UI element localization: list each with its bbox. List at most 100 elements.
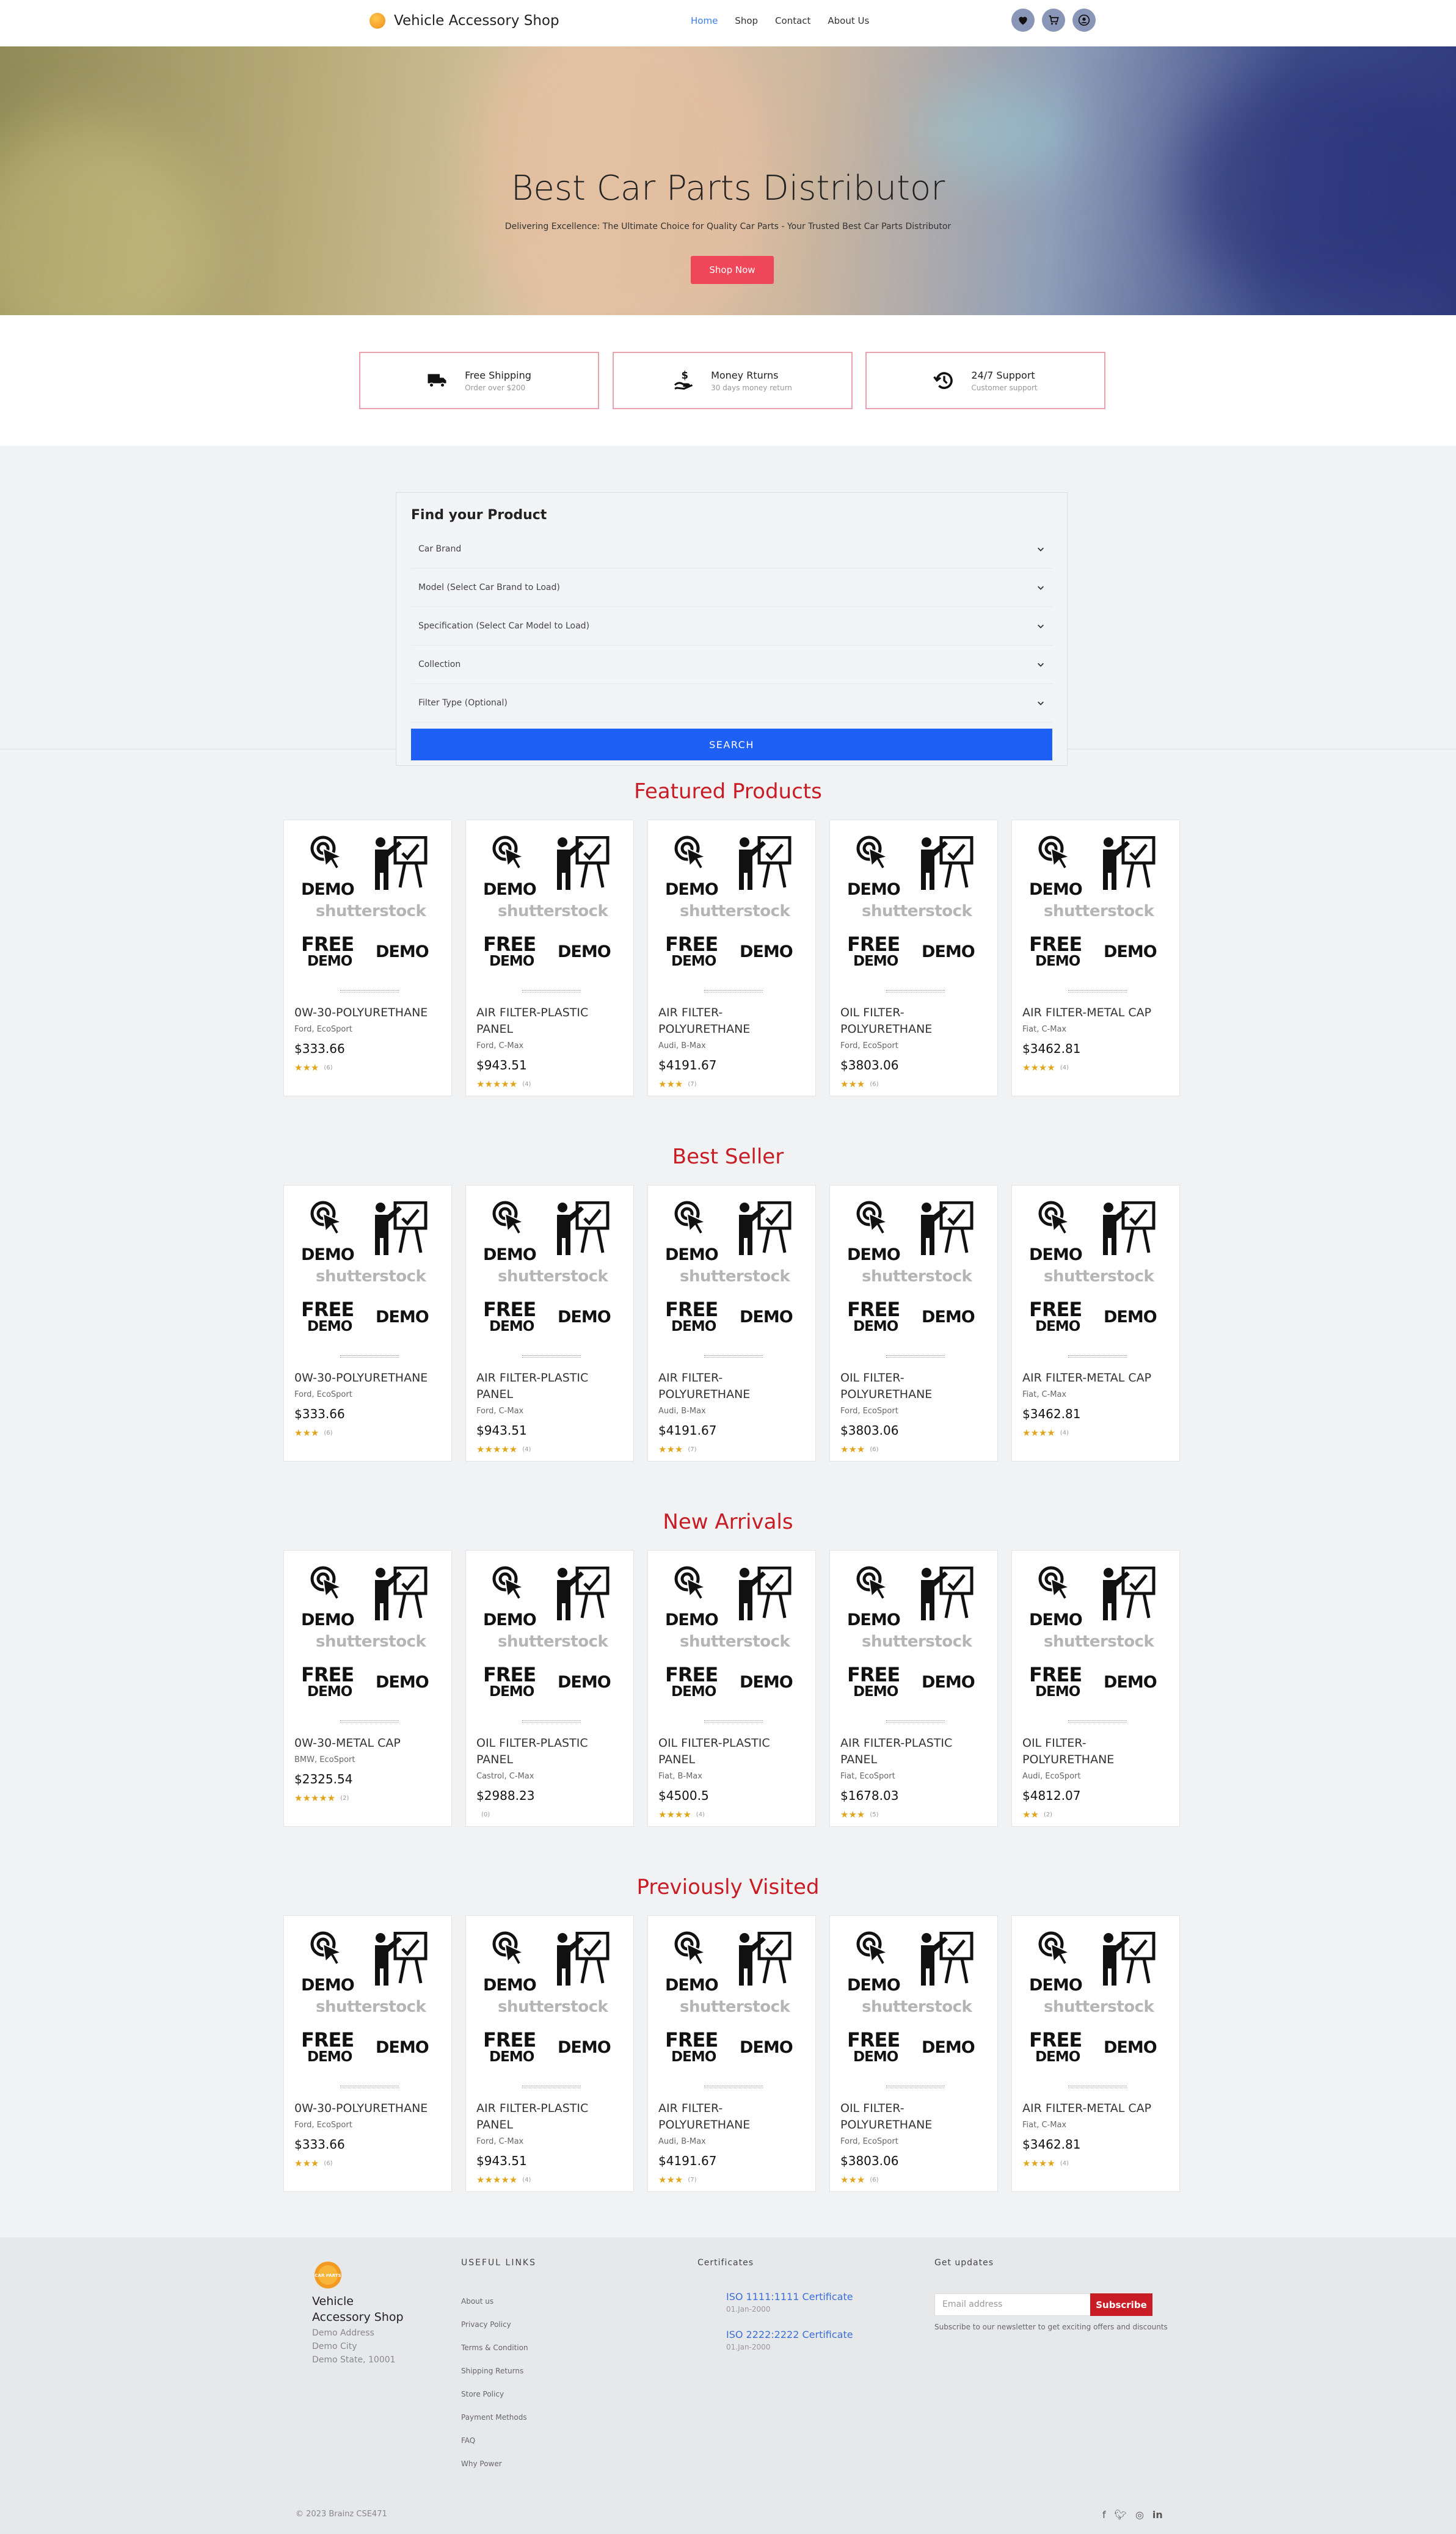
product-name[interactable]: AIR FILTER-METAL CAP xyxy=(1022,2100,1172,2117)
product-card[interactable]: DEMO shutterstock FREE DEMO DEMO AIR FILTER-P… xyxy=(465,820,634,1096)
certificate-2[interactable]: ISO 2222:2222 Certificate 01.Jan-2000 xyxy=(726,2329,853,2351)
certificate-name[interactable]: ISO 2222:2222 Certificate xyxy=(726,2329,853,2340)
feature-subtitle: Customer support xyxy=(971,383,1038,392)
product-card[interactable]: DEMO shutterstock FREE DEMO DEMO AIR FILTER-P… xyxy=(829,1550,998,1827)
menu-shop[interactable]: Shop xyxy=(735,15,758,26)
product-card[interactable]: DEMO shutterstock FREE DEMO DEMO OIL FILTER-P… xyxy=(829,820,998,1096)
product-image[interactable]: DEMO shutterstock FREE DEMO DEMO xyxy=(299,835,438,975)
product-name[interactable]: AIR FILTER-PLASTIC PANEL xyxy=(476,1005,626,1038)
product-image[interactable]: DEMO shutterstock FREE DEMO DEMO xyxy=(1027,1931,1166,2071)
product-name[interactable]: 0W-30-POLYURETHANE xyxy=(294,1005,444,1021)
product-card[interactable]: DEMO shutterstock FREE DEMO DEMO 0W-30-METAL … xyxy=(283,1550,452,1827)
certificate-name[interactable]: ISO 1111:1111 Certificate xyxy=(726,2291,853,2303)
product-image[interactable]: DEMO shutterstock FREE DEMO DEMO xyxy=(481,1565,620,1706)
product-image[interactable]: DEMO shutterstock FREE DEMO DEMO xyxy=(481,1931,620,2071)
click-cursor-icon xyxy=(1038,1566,1071,1601)
product-name[interactable]: OIL FILTER-POLYURETHANE xyxy=(840,2100,990,2133)
click-cursor-icon xyxy=(1038,1201,1071,1236)
footer-link-payment[interactable]: Payment Methods xyxy=(461,2406,528,2429)
footer-link-terms[interactable]: Terms & Condition xyxy=(461,2336,528,2359)
model-select[interactable]: Model (Select Car Brand to Load) xyxy=(411,569,1052,607)
product-image[interactable]: DEMO shutterstock FREE DEMO DEMO xyxy=(845,1565,984,1706)
product-name[interactable]: AIR FILTER-POLYURETHANE xyxy=(658,2100,808,2133)
footer-link-why-power[interactable]: Why Power xyxy=(461,2452,528,2475)
product-name[interactable]: 0W-30-METAL CAP xyxy=(294,1735,444,1752)
product-image[interactable]: DEMO shutterstock FREE DEMO DEMO xyxy=(481,835,620,975)
product-image[interactable]: DEMO shutterstock FREE DEMO DEMO xyxy=(481,1200,620,1341)
facebook-icon[interactable]: f xyxy=(1102,2509,1106,2521)
product-image[interactable]: DEMO shutterstock FREE DEMO DEMO xyxy=(299,1200,438,1341)
footer-link-privacy[interactable]: Privacy Policy xyxy=(461,2313,528,2336)
product-name[interactable]: AIR FILTER-PLASTIC PANEL xyxy=(840,1735,990,1768)
product-image[interactable]: DEMO shutterstock FREE DEMO DEMO xyxy=(663,835,802,975)
shop-now-button[interactable]: Shop Now xyxy=(691,256,774,284)
product-image[interactable]: DEMO shutterstock FREE DEMO DEMO xyxy=(1027,1565,1166,1706)
product-name[interactable]: OIL FILTER-POLYURETHANE xyxy=(840,1005,990,1038)
product-card[interactable]: DEMO shutterstock FREE DEMO DEMO AIR FILTER-M… xyxy=(1011,820,1180,1096)
product-image[interactable]: DEMO shutterstock FREE DEMO DEMO xyxy=(663,1931,802,2071)
footer-link-shipping[interactable]: Shipping Returns xyxy=(461,2359,528,2383)
twitter-icon[interactable]: 🐦︎ xyxy=(1115,2509,1127,2521)
product-card[interactable]: DEMO shutterstock FREE DEMO DEMO AIR FILTER-M… xyxy=(1011,1185,1180,1462)
product-card[interactable]: DEMO shutterstock FREE DEMO DEMO 0W-30-POLYUR… xyxy=(283,1185,452,1462)
rating-stars: ★★★ xyxy=(658,1079,683,1090)
footer-link-about[interactable]: About us xyxy=(461,2290,528,2313)
product-image[interactable]: DEMO shutterstock FREE DEMO DEMO xyxy=(663,1565,802,1706)
product-name[interactable]: AIR FILTER-PLASTIC PANEL xyxy=(476,2100,626,2133)
product-image[interactable]: DEMO shutterstock FREE DEMO DEMO xyxy=(299,1565,438,1706)
product-card[interactable]: DEMO shutterstock FREE DEMO DEMO OIL FILTER-P… xyxy=(829,1915,998,2192)
certificate-1[interactable]: ISO 1111:1111 Certificate 01.Jan-2000 xyxy=(726,2291,853,2314)
filter-type-select[interactable]: Filter Type (Optional) xyxy=(411,684,1052,723)
product-card[interactable]: DEMO shutterstock FREE DEMO DEMO 0W-30-POLYUR… xyxy=(283,1915,452,2192)
product-image[interactable]: DEMO shutterstock FREE DEMO DEMO xyxy=(1027,835,1166,975)
subscribe-button[interactable]: Subscribe xyxy=(1090,2293,1152,2316)
car-brand-select[interactable]: Car Brand xyxy=(411,530,1052,569)
product-card[interactable]: DEMO shutterstock FREE DEMO DEMO OIL FILTER-P… xyxy=(465,1550,634,1827)
linkedin-icon[interactable]: in xyxy=(1152,2509,1163,2521)
product-name[interactable]: OIL FILTER-POLYURETHANE xyxy=(840,1370,990,1403)
product-name[interactable]: AIR FILTER-METAL CAP xyxy=(1022,1005,1172,1021)
product-name[interactable]: 0W-30-POLYURETHANE xyxy=(294,1370,444,1386)
product-image[interactable]: DEMO shutterstock FREE DEMO DEMO xyxy=(845,1931,984,2071)
collection-select[interactable]: Collection xyxy=(411,646,1052,684)
product-image[interactable]: DEMO shutterstock FREE DEMO DEMO xyxy=(845,1200,984,1341)
product-image[interactable]: DEMO shutterstock FREE DEMO DEMO xyxy=(1027,1200,1166,1341)
menu-home[interactable]: Home xyxy=(691,15,718,26)
product-card[interactable]: DEMO shutterstock FREE DEMO DEMO AIR FILTER-P… xyxy=(647,1915,816,2192)
product-card[interactable]: DEMO shutterstock FREE DEMO DEMO AIR FILTER-P… xyxy=(465,1915,634,2192)
product-name[interactable]: AIR FILTER-PLASTIC PANEL xyxy=(476,1370,626,1403)
product-name[interactable]: AIR FILTER-METAL CAP xyxy=(1022,1370,1172,1386)
product-name[interactable]: OIL FILTER-PLASTIC PANEL xyxy=(658,1735,808,1768)
product-name[interactable]: AIR FILTER-POLYURETHANE xyxy=(658,1370,808,1403)
footer-link-faq[interactable]: FAQ xyxy=(461,2429,528,2452)
menu-about-us[interactable]: About Us xyxy=(828,15,869,26)
brand-logo[interactable]: Vehicle Accessory Shop xyxy=(369,13,559,29)
product-card[interactable]: DEMO shutterstock FREE DEMO DEMO OIL FILTER-P… xyxy=(829,1185,998,1462)
product-meta: Castrol, C-Max xyxy=(476,1772,534,1781)
account-button[interactable] xyxy=(1072,9,1096,32)
search-button[interactable]: SEARCH xyxy=(411,729,1052,760)
product-card[interactable]: DEMO shutterstock FREE DEMO DEMO OIL FILTER-P… xyxy=(647,1550,816,1827)
product-image[interactable]: DEMO shutterstock FREE DEMO DEMO xyxy=(299,1931,438,2071)
product-card[interactable]: DEMO shutterstock FREE DEMO DEMO OIL FILTER-P… xyxy=(1011,1550,1180,1827)
product-image[interactable]: DEMO shutterstock FREE DEMO DEMO xyxy=(845,835,984,975)
instagram-icon[interactable]: ◎ xyxy=(1135,2509,1144,2521)
product-name[interactable]: 0W-30-POLYURETHANE xyxy=(294,2100,444,2117)
specification-select[interactable]: Specification (Select Car Model to Load) xyxy=(411,607,1052,646)
wishlist-button[interactable] xyxy=(1011,9,1035,32)
menu-contact[interactable]: Contact xyxy=(775,15,810,26)
email-field[interactable]: Email address xyxy=(934,2293,1091,2316)
footer-link-store-policy[interactable]: Store Policy xyxy=(461,2383,528,2406)
product-card[interactable]: DEMO shutterstock FREE DEMO DEMO AIR FILTER-M… xyxy=(1011,1915,1180,2192)
product-card[interactable]: DEMO shutterstock FREE DEMO DEMO AIR FILTER-P… xyxy=(465,1185,634,1462)
product-card[interactable]: DEMO shutterstock FREE DEMO DEMO AIR FILTER-P… xyxy=(647,1185,816,1462)
presenter-icon xyxy=(738,1567,792,1620)
cart-button[interactable] xyxy=(1042,9,1065,32)
demo-text: FREE xyxy=(483,1298,536,1321)
product-name[interactable]: AIR FILTER-POLYURETHANE xyxy=(658,1005,808,1038)
product-name[interactable]: OIL FILTER-PLASTIC PANEL xyxy=(476,1735,626,1768)
product-name[interactable]: OIL FILTER-POLYURETHANE xyxy=(1022,1735,1172,1768)
product-card[interactable]: DEMO shutterstock FREE DEMO DEMO 0W-30-POLYUR… xyxy=(283,820,452,1096)
product-card[interactable]: DEMO shutterstock FREE DEMO DEMO AIR FILTER-P… xyxy=(647,820,816,1096)
product-image[interactable]: DEMO shutterstock FREE DEMO DEMO xyxy=(663,1200,802,1341)
